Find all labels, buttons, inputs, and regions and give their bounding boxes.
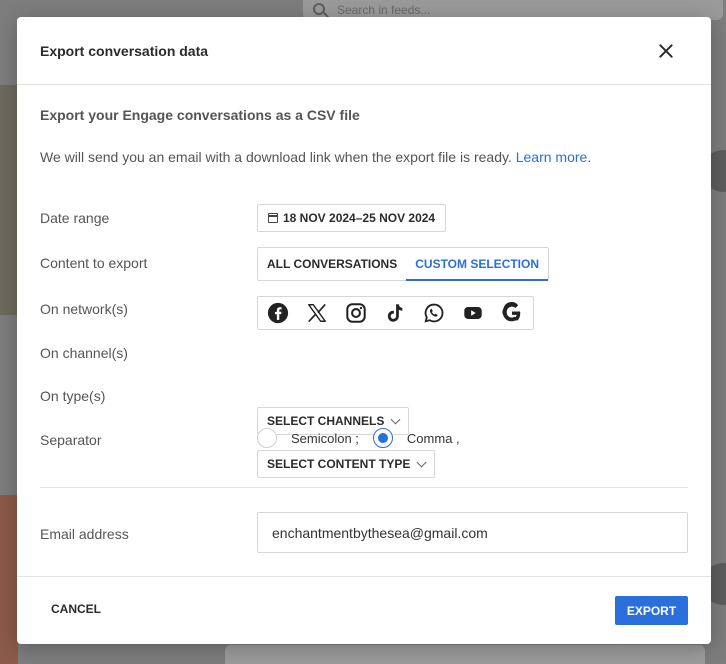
- select-content-type-label: SELECT CONTENT TYPE: [267, 457, 411, 471]
- select-content-type-dropdown[interactable]: SELECT CONTENT TYPE: [257, 450, 436, 478]
- comma-radio[interactable]: [372, 428, 393, 448]
- export-dialog: Export conversation data Export your Eng…: [17, 17, 711, 644]
- date-range-value: 18 NOV 2024–25 NOV 2024: [283, 211, 436, 225]
- separator-label: Separator: [40, 432, 102, 448]
- network-selector: [257, 296, 534, 330]
- export-button[interactable]: EXPORT: [615, 596, 688, 625]
- semicolon-radio-label: Semicolon ;: [291, 430, 359, 446]
- close-icon[interactable]: [656, 41, 676, 61]
- content-segmented-control: ALL CONVERSATIONS CUSTOM SELECTION: [257, 247, 550, 281]
- tab-custom-selection[interactable]: CUSTOM SELECTION: [406, 248, 548, 281]
- date-range-button[interactable]: 18 NOV 2024–25 NOV 2024: [257, 204, 447, 232]
- x-icon[interactable]: [306, 302, 328, 324]
- dialog-subtitle: Export your Engage conversations as a CS…: [40, 107, 360, 123]
- background-card-image: [0, 85, 18, 315]
- select-channels-label: SELECT CHANNELS: [267, 414, 385, 428]
- chevron-down-icon: [390, 414, 401, 424]
- cancel-button[interactable]: CANCEL: [51, 602, 101, 616]
- description-suffix: .: [587, 149, 592, 165]
- facebook-icon[interactable]: [267, 302, 289, 324]
- dialog-header: Export conversation data: [17, 17, 711, 85]
- learn-more-link[interactable]: Learn more: [516, 149, 588, 165]
- networks-label: On network(s): [40, 301, 128, 317]
- background-card: [225, 645, 705, 664]
- dialog-footer: CANCEL EXPORT: [17, 576, 711, 644]
- email-label: Email address: [40, 526, 129, 542]
- google-icon[interactable]: [501, 302, 523, 324]
- background-card-image: [0, 495, 18, 664]
- search-icon: [313, 3, 325, 15]
- section-divider: [40, 487, 688, 488]
- types-label: On type(s): [40, 388, 106, 404]
- whatsapp-icon[interactable]: [423, 302, 445, 324]
- tab-all-conversations[interactable]: ALL CONVERSATIONS: [258, 248, 406, 280]
- email-field[interactable]: [257, 512, 688, 553]
- semicolon-radio[interactable]: [257, 428, 277, 448]
- dialog-description: We will send you an email with a downloa…: [40, 149, 591, 165]
- content-to-export-label: Content to export: [40, 255, 148, 271]
- background-search-placeholder: Search in feeds...: [337, 3, 431, 17]
- calendar-icon: [268, 213, 278, 223]
- instagram-icon[interactable]: [345, 302, 367, 324]
- youtube-icon[interactable]: [462, 302, 484, 324]
- date-range-label: Date range: [40, 210, 110, 226]
- tiktok-icon[interactable]: [384, 302, 406, 324]
- channels-label: On channel(s): [40, 345, 128, 361]
- dialog-title: Export conversation data: [40, 42, 209, 59]
- description-text: We will send you an email with a downloa…: [40, 149, 516, 165]
- chevron-down-icon: [416, 457, 427, 467]
- separator-radio-group: Semicolon ; Comma ,: [257, 428, 474, 448]
- comma-radio-label: Comma ,: [406, 430, 460, 446]
